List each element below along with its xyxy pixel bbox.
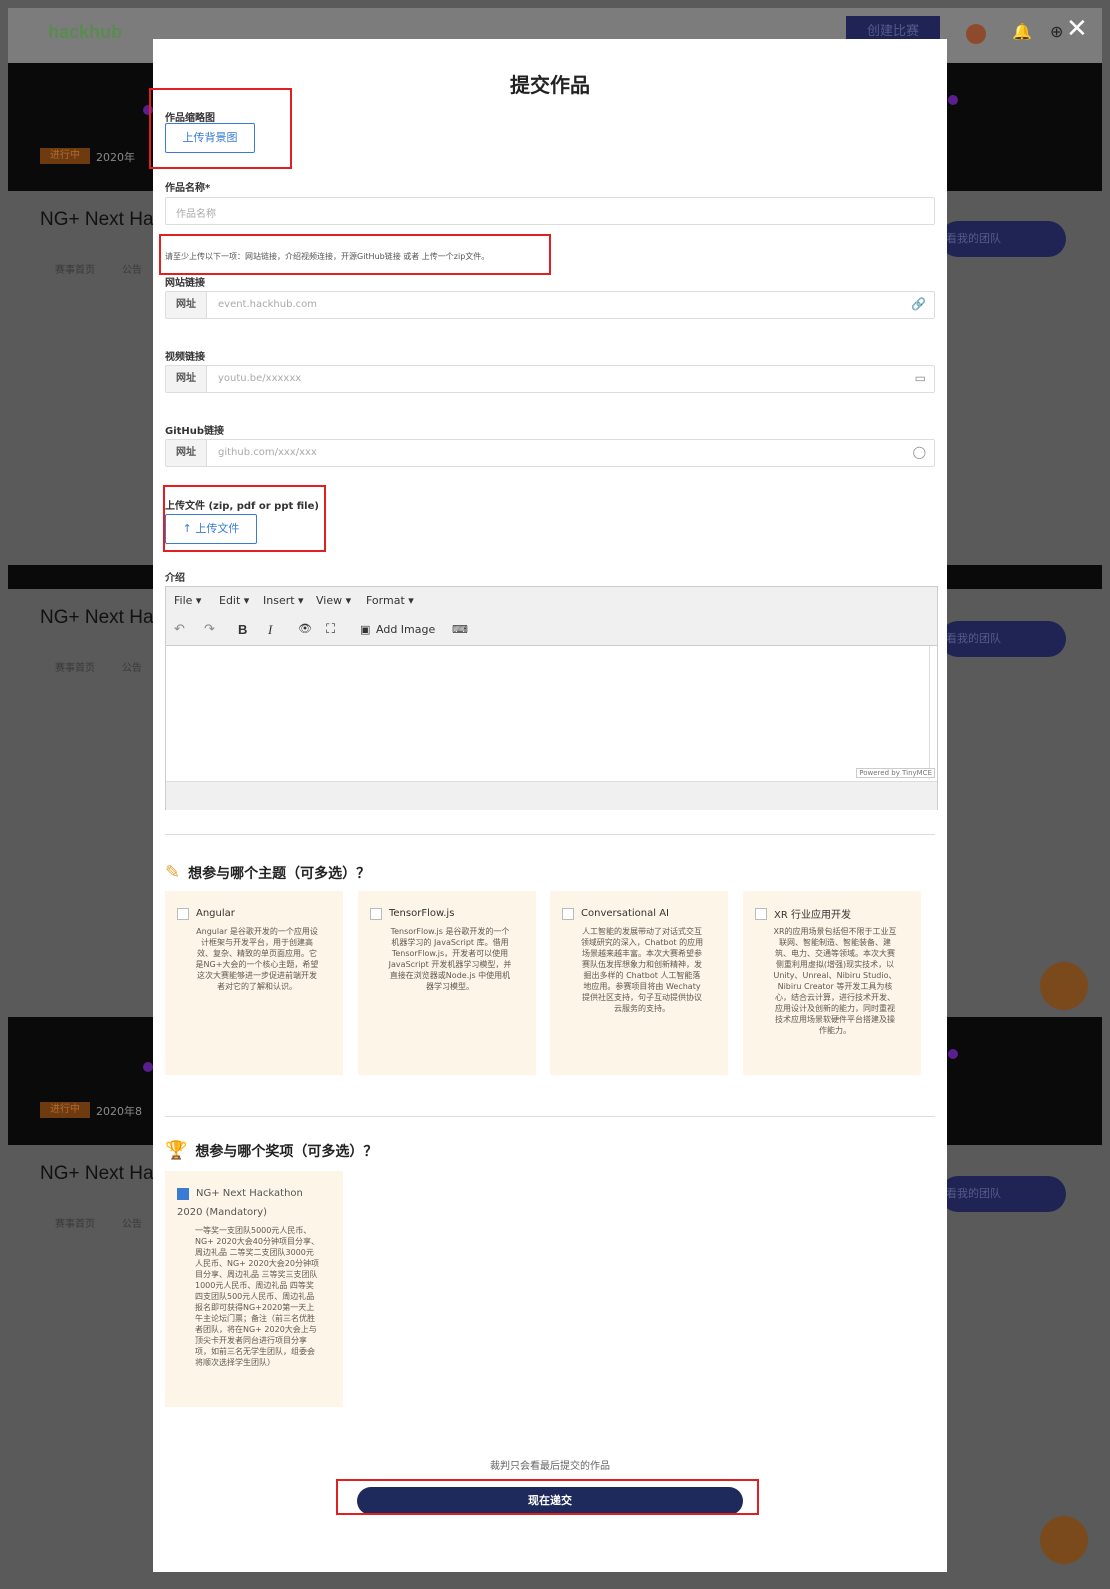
undo-icon[interactable]: ↶ <box>174 622 185 637</box>
github-addon: 网址 <box>166 440 207 466</box>
my-team-button: 看我的团队 <box>940 1176 1066 1212</box>
announcement-link: 公告 <box>122 265 142 276</box>
contest-title: NG+ Next Ha <box>40 607 154 628</box>
topic-checkbox[interactable] <box>755 907 767 920</box>
menu-view[interactable]: View ▾ <box>316 594 351 607</box>
topic-checkbox[interactable] <box>562 907 574 920</box>
topic-title: Conversational AI <box>581 908 669 919</box>
editor-menubar: File ▾ Edit ▾ Insert ▾ View ▾ Format ▾ <box>166 587 937 616</box>
github-icon: ◯ <box>912 445 926 459</box>
topic-description: TensorFlow.js 是谷歌开发的一个机器学习的 JavaScript 库… <box>388 927 512 991</box>
menu-format[interactable]: Format ▾ <box>366 594 414 607</box>
date-text: 2020年 <box>96 151 135 164</box>
link-icon: 🔗 <box>911 297 926 311</box>
intro-label: 介绍 <box>165 573 185 584</box>
topic-card-xr[interactable]: XR 行业应用开发 XR的应用场景包括但不限于工业互联网、智能制造、智能装备、建… <box>743 891 921 1075</box>
github-label: GitHub链接 <box>165 426 225 437</box>
code-icon[interactable]: ⌨ <box>452 623 468 636</box>
date-text: 2020年8 <box>96 1105 142 1118</box>
rich-text-editor: File ▾ Edit ▾ Insert ▾ View ▾ Format ▾ ↶… <box>165 586 938 810</box>
awards-heading-text: 想参与哪个奖项（可多选）？ <box>195 1144 378 1160</box>
name-label: 作品名称* <box>165 183 211 194</box>
menu-file[interactable]: File ▾ <box>174 594 201 607</box>
redo-icon[interactable]: ↷ <box>204 622 215 637</box>
website-addon: 网址 <box>166 292 207 318</box>
highlight-box <box>336 1479 759 1515</box>
status-badge: 进行中 <box>40 1102 90 1118</box>
awards-heading: 🏆 想参与哪个奖项（可多选）？ <box>165 1140 377 1161</box>
highlight-box <box>163 485 326 552</box>
video-label: 视频链接 <box>165 352 205 363</box>
topic-card-conversational-ai[interactable]: Conversational AI 人工智能的发展带动了对话式交互领域研究的深入… <box>550 891 728 1075</box>
award-description: 一等奖一支团队5000元人民币、NG+ 2020大会40分钟项目分享、周边礼品 … <box>195 1226 319 1367</box>
topic-description: 人工智能的发展带动了对话式交互领域研究的深入，Chatbot 的应用场景越来越丰… <box>580 927 704 1013</box>
topics-heading: ✎ 想参与哪个主题（可多选）？ <box>165 862 370 883</box>
my-team-button: 看我的团队 <box>940 621 1066 657</box>
add-image-button[interactable]: Add Image <box>376 623 435 636</box>
editor-content[interactable] <box>166 646 930 779</box>
preview-icon[interactable]: 👁 <box>298 622 312 635</box>
bell-icon: 🔔 <box>1012 22 1032 41</box>
topic-title: TensorFlow.js <box>389 908 455 919</box>
highlight-box <box>159 234 551 275</box>
tinymce-branding: Powered by TinyMCE <box>856 768 935 778</box>
video-placeholder: youtu.be/xxxxxx <box>218 373 302 384</box>
editor-toolbar: ↶ ↷ B I 👁 ⛶ ▣ Add Image ⌨ <box>166 615 937 646</box>
award-title: NG+ Next Hackathon 2020 (Mandatory) <box>177 1188 303 1218</box>
website-input[interactable]: 网址 event.hackhub.com 🔗 <box>165 291 935 319</box>
github-placeholder: github.com/xxx/xxx <box>218 447 317 458</box>
website-label: 网站链接 <box>165 278 205 289</box>
topics-heading-text: 想参与哪个主题（可多选）？ <box>188 866 371 882</box>
contest-title: NG+ Next Ha <box>40 209 154 230</box>
video-addon: 网址 <box>166 366 207 392</box>
status-badge: 进行中 <box>40 148 90 164</box>
hackhub-logo: hackhub <box>48 22 123 42</box>
work-name-placeholder: 作品名称 <box>176 209 216 220</box>
work-name-input[interactable]: 作品名称 <box>165 197 935 225</box>
award-card-ng-next[interactable]: NG+ Next Hackathon 2020 (Mandatory) 一等奖一… <box>165 1171 343 1407</box>
globe-icon: ⊕ <box>1050 22 1064 41</box>
github-input[interactable]: 网址 github.com/xxx/xxx ◯ <box>165 439 935 467</box>
fullscreen-icon[interactable]: ⛶ <box>326 622 335 637</box>
announcement-link: 公告 <box>122 1219 142 1230</box>
topic-checkbox[interactable] <box>177 907 189 920</box>
pencil-icon: ✎ <box>165 862 181 883</box>
topic-card-tensorflow[interactable]: TensorFlow.js TensorFlow.js 是谷歌开发的一个机器学习… <box>358 891 536 1075</box>
highlight-box <box>149 88 292 169</box>
topic-title: Angular <box>196 908 235 919</box>
contest-title: NG+ Next Ha <box>40 1163 154 1184</box>
image-icon[interactable]: ▣ <box>360 623 370 636</box>
topic-description: XR的应用场景包括但不限于工业互联网、智能制造、智能装备、建筑、电力、交通等领域… <box>773 927 897 1035</box>
editor-statusbar <box>166 781 937 810</box>
section-divider <box>165 1116 935 1117</box>
contest-home-link: 赛事首页 <box>55 265 95 276</box>
chat-icon <box>1040 1516 1088 1564</box>
avatar <box>966 24 986 44</box>
announcement-link: 公告 <box>122 663 142 674</box>
video-input[interactable]: 网址 youtu.be/xxxxxx ▭ <box>165 365 935 393</box>
contest-home-link: 赛事首页 <box>55 1219 95 1230</box>
italic-icon[interactable]: I <box>268 622 272 638</box>
contest-home-link: 赛事首页 <box>55 663 95 674</box>
close-icon[interactable]: ✕ <box>1066 14 1088 44</box>
judging-note: 裁判只会看最后提交的作品 <box>490 1461 610 1472</box>
my-team-button: 看我的团队 <box>940 221 1066 257</box>
chat-icon <box>1040 962 1088 1010</box>
topic-checkbox[interactable] <box>370 907 382 920</box>
topic-card-angular[interactable]: Angular Angular 是谷歌开发的一个应用设计框架与开发平台，用于创建… <box>165 891 343 1075</box>
website-placeholder: event.hackhub.com <box>218 299 317 310</box>
submit-work-modal: 提交作品 作品缩略图 上传背景图 作品名称* 作品名称 请至少上传以下一项：网站… <box>149 39 947 1572</box>
section-divider <box>165 834 935 835</box>
menu-edit[interactable]: Edit ▾ <box>219 594 249 607</box>
bold-icon[interactable]: B <box>238 622 247 637</box>
topic-description: Angular 是谷歌开发的一个应用设计框架与开发平台，用于创建高效、复杂、精致… <box>195 927 319 991</box>
video-icon: ▭ <box>914 371 926 385</box>
award-checkbox[interactable] <box>177 1187 189 1200</box>
topic-title: XR 行业应用开发 <box>774 910 851 921</box>
trophy-icon: 🏆 <box>165 1140 188 1161</box>
menu-insert[interactable]: Insert ▾ <box>263 594 304 607</box>
